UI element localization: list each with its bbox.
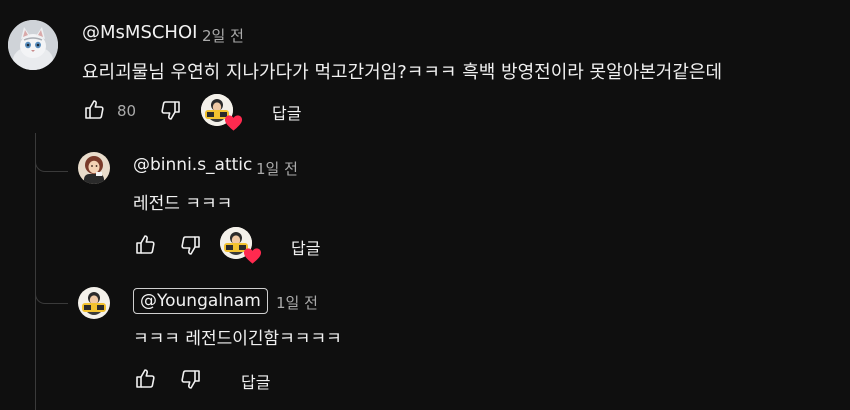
creator-heart-icon bbox=[201, 94, 243, 132]
thumb-down-icon[interactable] bbox=[179, 233, 203, 257]
avatar[interactable] bbox=[78, 287, 110, 319]
comment-time[interactable]: 2일 전 bbox=[202, 25, 244, 46]
thumb-up-icon[interactable] bbox=[133, 233, 157, 257]
creator-author-chip[interactable]: @Youngalnam bbox=[133, 288, 268, 314]
reply-text: ㅋㅋㅋ 레전드이긴함ㅋㅋㅋㅋ bbox=[133, 329, 342, 349]
like-count: 80 bbox=[117, 102, 137, 120]
reply-button[interactable]: 답글 bbox=[272, 100, 301, 124]
thumb-down-icon[interactable] bbox=[179, 367, 203, 391]
thumb-down-icon[interactable] bbox=[159, 98, 183, 122]
reply-author[interactable]: @binni.s_attic bbox=[133, 155, 252, 175]
creator-heart-icon bbox=[220, 227, 262, 265]
comment-thread: @MsMSCHOI 2일 전 요리괴물님 우연히 지나가다가 먹고간거임?ㅋㅋㅋ… bbox=[0, 0, 850, 410]
reply-text: 레전드 ㅋㅋㅋ bbox=[133, 194, 233, 214]
comment-author[interactable]: @MsMSCHOI bbox=[82, 22, 197, 43]
reply-button[interactable]: 답글 bbox=[241, 369, 270, 393]
thread-branch bbox=[35, 265, 68, 304]
reply-time[interactable]: 1일 전 bbox=[256, 158, 298, 179]
thumb-up-icon[interactable] bbox=[82, 98, 106, 122]
reply-button[interactable]: 답글 bbox=[291, 235, 320, 259]
comment-text: 요리괴물님 우연히 지나가다가 먹고간거임?ㅋㅋㅋ 흑백 방영전이라 못알아본거… bbox=[82, 62, 723, 83]
thread-branch bbox=[35, 133, 68, 172]
avatar[interactable] bbox=[8, 20, 58, 70]
avatar[interactable] bbox=[78, 152, 110, 184]
thumb-up-icon[interactable] bbox=[133, 367, 157, 391]
reply-time[interactable]: 1일 전 bbox=[276, 292, 318, 313]
